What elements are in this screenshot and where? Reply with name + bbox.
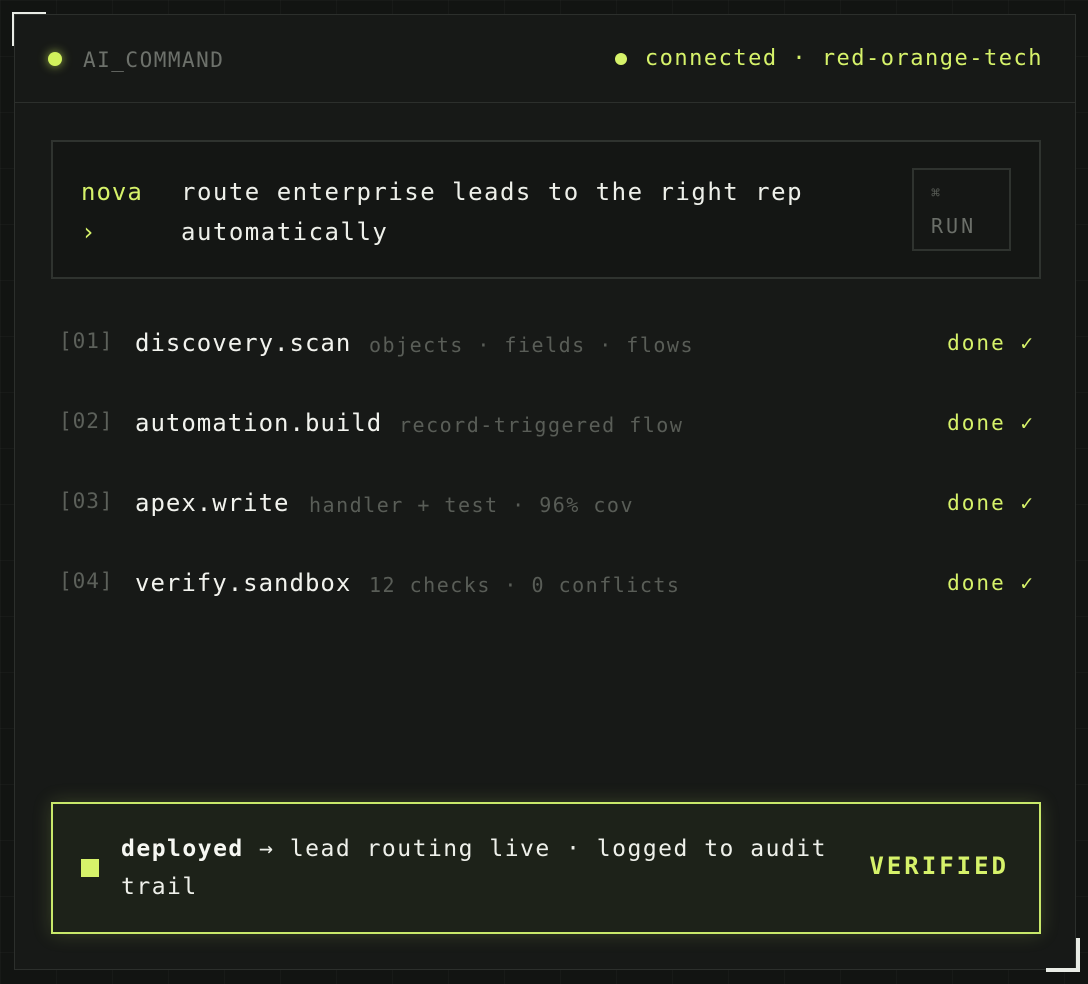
step-index: [04] [59, 569, 114, 593]
connected-dot-icon [614, 53, 627, 65]
status-dot-icon [48, 52, 62, 66]
command-key-icon: ⌘ [931, 184, 941, 202]
panel-title: AI_COMMAND [83, 48, 225, 72]
step-detail: 12 checks · 0 conflicts [369, 573, 681, 597]
step-index: [03] [59, 489, 114, 513]
deploy-label: deployed [121, 836, 244, 862]
success-square-icon [81, 859, 99, 877]
step-index: [02] [59, 409, 114, 433]
step-row: [02] automation.build record-triggered f… [59, 405, 1035, 485]
connection-status-text: connected · red-orange-tech [644, 46, 1043, 71]
step-row: [04] verify.sandbox 12 checks · 0 confli… [59, 565, 1035, 645]
step-name: apex.write [135, 489, 290, 517]
prompt-label: nova › [81, 178, 143, 246]
step-detail: record-triggered flow [399, 413, 684, 437]
deploy-message: deployed → lead routing live · logged to… [121, 830, 841, 906]
run-button-label: RUN [931, 214, 977, 238]
step-status: done ✓ [947, 491, 1035, 515]
panel-header: AI_COMMAND connected · red-orange-tech [15, 15, 1075, 103]
corner-bracket-bottom-right [1046, 938, 1080, 972]
step-name: verify.sandbox [135, 569, 352, 597]
command-input[interactable]: route enterprise leads to the right rep … [181, 172, 861, 252]
step-list: [01] discovery.scan objects · fields · f… [59, 325, 1035, 645]
step-detail: handler + test · 96% cov [309, 493, 634, 517]
verified-badge: VERIFIED [869, 852, 1009, 880]
step-status: done ✓ [947, 571, 1035, 595]
step-detail: objects · fields · flows [369, 333, 694, 357]
ai-command-panel: AI_COMMAND connected · red-orange-tech n… [14, 14, 1076, 970]
connection-status: connected · red-orange-tech [614, 46, 1043, 71]
step-status: done ✓ [947, 411, 1035, 435]
step-name: discovery.scan [135, 329, 352, 357]
command-box[interactable]: nova › route enterprise leads to the rig… [51, 140, 1041, 279]
step-name: automation.build [135, 409, 383, 437]
step-row: [03] apex.write handler + test · 96% cov… [59, 485, 1035, 565]
step-row: [01] discovery.scan objects · fields · f… [59, 325, 1035, 405]
step-status: done ✓ [947, 331, 1035, 355]
run-button[interactable]: ⌘ RUN [912, 168, 1011, 251]
step-index: [01] [59, 329, 114, 353]
deploy-result-banner: deployed → lead routing live · logged to… [51, 802, 1041, 934]
